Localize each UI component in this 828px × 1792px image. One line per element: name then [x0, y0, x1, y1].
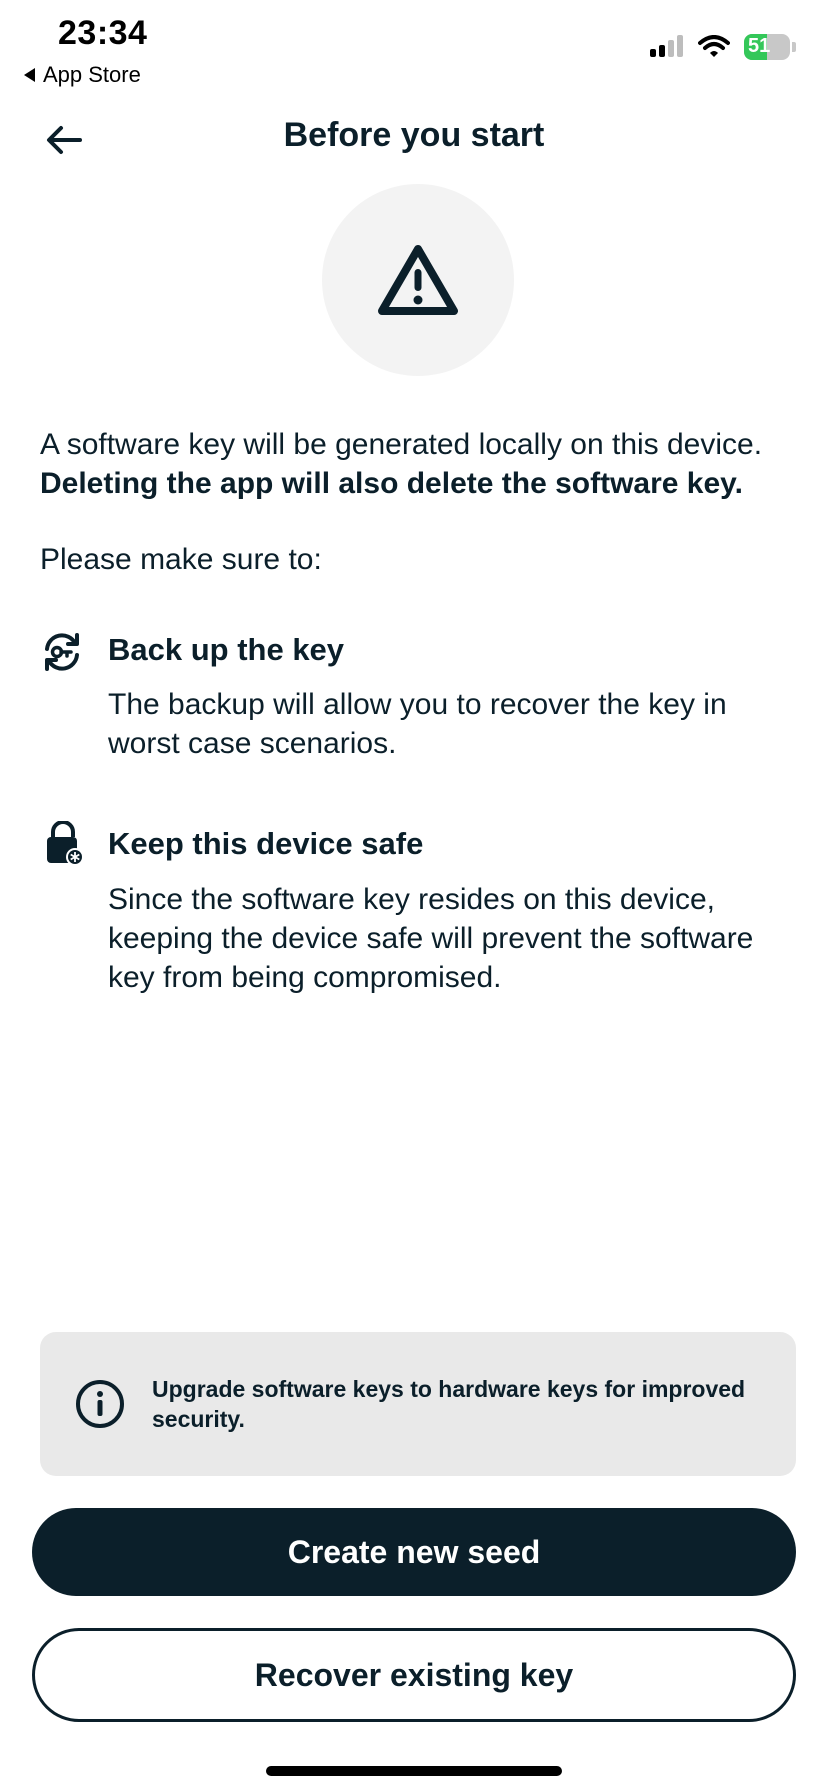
- item-title-device-safe: Keep this device safe: [108, 826, 424, 861]
- recover-existing-key-button[interactable]: Recover existing key: [32, 1628, 796, 1722]
- item-title-backup: Back up the key: [108, 632, 345, 667]
- intro-text: A software key will be generated locally…: [40, 425, 800, 503]
- status-icons: 51: [650, 34, 796, 60]
- battery-icon: 51: [744, 34, 790, 60]
- warning-triangle-icon: [378, 245, 458, 315]
- info-text: Upgrade software keys to hardware keys f…: [152, 1376, 746, 1432]
- create-new-seed-button[interactable]: Create new seed: [32, 1508, 796, 1596]
- cellular-signal-icon: [650, 35, 683, 57]
- intro-line: A software key will be generated locally…: [40, 428, 763, 461]
- info-icon: [76, 1380, 124, 1428]
- make-sure-label: Please make sure to:: [40, 543, 322, 576]
- item-desc-device-safe: Since the software key resides on this d…: [108, 883, 754, 994]
- battery-percent: 51: [748, 35, 771, 57]
- page-title: Before you start: [283, 116, 545, 154]
- intro-warning: Deleting the app will also delete the so…: [40, 467, 743, 500]
- info-banner: Upgrade software keys to hardware keys f…: [40, 1332, 796, 1476]
- item-desc-backup: The backup will allow you to recover the…: [108, 688, 727, 760]
- key-sync-icon: [40, 630, 84, 674]
- warning-hero: [322, 184, 514, 376]
- back-triangle-icon: [24, 68, 35, 82]
- back-to-app-store[interactable]: App Store: [24, 62, 141, 88]
- lock-shield-icon: [42, 821, 86, 866]
- home-indicator: [266, 1766, 562, 1776]
- back-app-label: App Store: [43, 62, 141, 87]
- status-time: 23:34: [58, 14, 148, 52]
- wifi-icon: [698, 35, 730, 57]
